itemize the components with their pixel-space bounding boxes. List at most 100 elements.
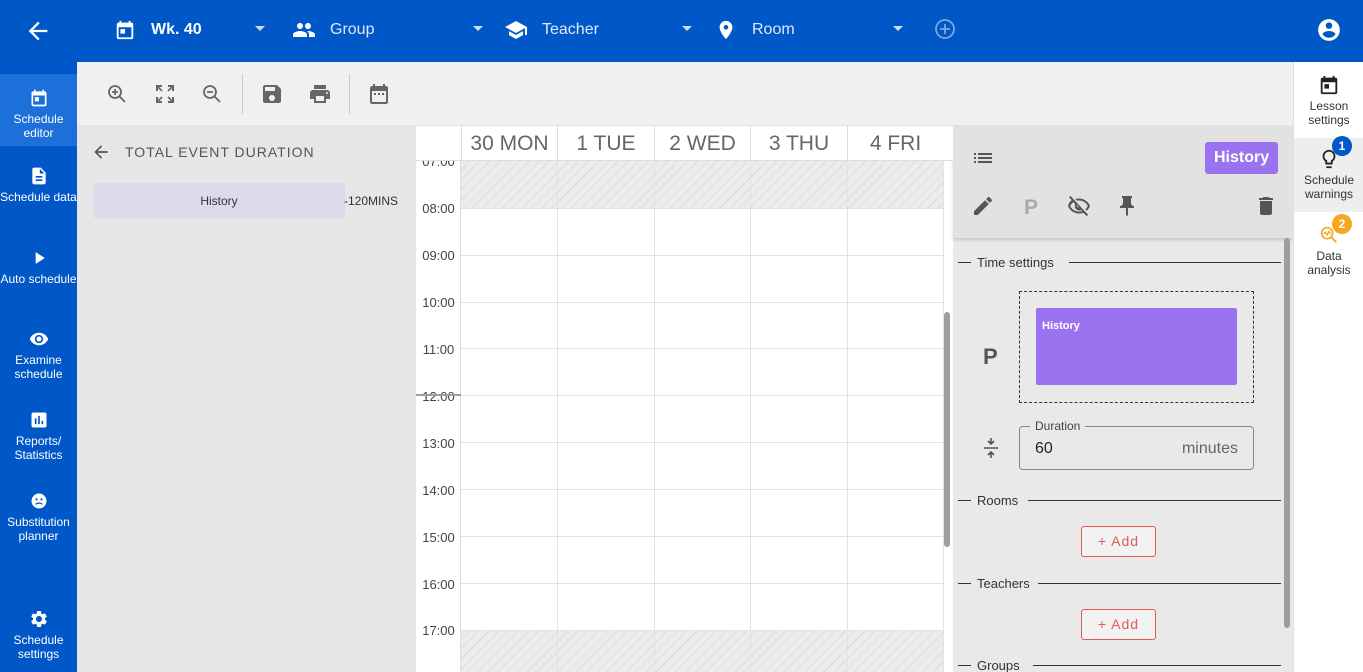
chevron-down-icon (255, 26, 265, 31)
time-label: 11:00 (422, 342, 455, 357)
section-label: Teachers (977, 576, 1038, 591)
calendar-header: 30 MON 1 TUE 2 WED 3 THU 4 FRI (416, 126, 953, 161)
time-label: 10:00 (422, 295, 455, 310)
nav-label: Substitution planner (7, 515, 70, 543)
calendar-scrollbar[interactable] (944, 312, 950, 547)
chevron-down-icon (682, 26, 692, 31)
period-indicator: P (983, 344, 998, 369)
day-header-thu[interactable]: 3 THU (750, 126, 847, 161)
back-arrow-icon[interactable] (24, 17, 52, 45)
list-icon[interactable] (971, 146, 995, 170)
eye-icon (29, 332, 48, 346)
bar-chart-icon (31, 412, 46, 428)
nav-schedule-editor[interactable]: Schedule editor (0, 74, 77, 146)
day-header-wed[interactable]: 2 WED (654, 126, 750, 161)
duration-value: 60 (1035, 440, 1053, 457)
time-label: 14:00 (422, 483, 455, 498)
chevron-down-icon (473, 26, 483, 31)
time-label: 13:00 (422, 436, 455, 451)
sidebar-data-analysis[interactable]: 2 Data analysis (1294, 214, 1363, 284)
pencil-icon[interactable] (971, 194, 995, 218)
duration-label: Duration (1030, 419, 1086, 433)
delete-icon[interactable] (1254, 194, 1278, 218)
section-rooms: Rooms (953, 493, 1283, 508)
section-label: Groups (977, 658, 1028, 672)
details-scrollbar[interactable] (1284, 238, 1290, 628)
parking-p-icon[interactable]: P (1019, 194, 1043, 218)
nav-substitution-planner[interactable]: Substitution planner (0, 491, 77, 551)
right-sidebar: Lesson settings 1 Schedule warnings 2 Da… (1293, 62, 1363, 672)
zoom-in-icon[interactable] (105, 82, 129, 106)
location-pin-icon (714, 18, 738, 42)
sidebar-lesson-settings[interactable]: Lesson settings (1294, 74, 1363, 138)
nav-label: Schedule settings (13, 633, 64, 661)
panel-title: TOTAL EVENT DURATION (125, 144, 315, 160)
add-circle-icon[interactable] (933, 17, 957, 41)
nav-auto-schedule[interactable]: Auto schedule (0, 248, 77, 308)
time-label: 16:00 (422, 577, 455, 592)
section-time-settings: Time settings (953, 255, 1283, 270)
add-teacher-button[interactable]: + Add (1081, 609, 1156, 640)
event-duration-panel: TOTAL EVENT DURATION History -120MINS (77, 126, 416, 672)
subject-badge: History (1205, 142, 1279, 174)
calendar-edit-icon (31, 89, 46, 107)
document-icon (31, 167, 46, 185)
nav-label: Examine schedule (14, 353, 63, 381)
zoom-out-icon[interactable] (200, 82, 224, 106)
time-slot-dropzone[interactable]: History (1019, 291, 1254, 403)
nav-reports-statistics[interactable]: Reports/ Statistics (0, 410, 77, 470)
time-label: 15:00 (422, 530, 455, 545)
nav-schedule-settings[interactable]: Schedule settings (0, 609, 77, 669)
save-icon[interactable] (260, 82, 284, 106)
day-header-fri[interactable]: 4 FRI (847, 126, 943, 161)
nav-label: Schedule editor (13, 112, 64, 140)
sidebar-label: Schedule warnings (1303, 173, 1355, 201)
week-calendar: 07:00 08:00 09:00 10:00 11:00 12:00 13:0… (416, 126, 953, 672)
room-selector[interactable]: Room (714, 14, 910, 46)
section-label: Time settings (977, 255, 1062, 270)
account-icon[interactable] (1316, 17, 1342, 43)
unavailable-time-block (461, 161, 943, 208)
calendar-icon[interactable] (367, 82, 391, 106)
section-label: Rooms (977, 493, 1027, 508)
nav-examine-schedule[interactable]: Examine schedule (0, 329, 77, 389)
nav-label: Auto schedule (0, 272, 77, 286)
toolbar-divider (242, 74, 243, 114)
time-label: 17:00 (422, 623, 455, 638)
duration-field[interactable]: Duration 60 minutes (1019, 419, 1254, 470)
print-icon[interactable] (308, 82, 332, 106)
time-label: 12:00 (422, 389, 455, 404)
unavailable-time-block (461, 630, 943, 672)
teacher-selector[interactable]: Teacher (504, 14, 700, 46)
lesson-event-block[interactable]: History (1036, 308, 1237, 385)
teacher-label: Teacher (542, 21, 599, 38)
time-label: 09:00 (422, 248, 455, 263)
sidebar-label: Data analysis (1307, 249, 1351, 277)
toolbar-divider (349, 74, 350, 114)
day-header-mon[interactable]: 30 MON (461, 126, 557, 161)
sidebar-schedule-warnings[interactable]: 1 Schedule warnings (1294, 136, 1363, 212)
nav-schedule-data[interactable]: Schedule data (0, 166, 77, 226)
group-label: Group (330, 21, 375, 38)
pin-icon[interactable] (1115, 194, 1139, 218)
analysis-badge: 2 (1332, 214, 1352, 234)
fullscreen-icon[interactable] (153, 82, 177, 106)
back-arrow-icon[interactable] (91, 142, 111, 162)
time-label: 08:00 (422, 201, 455, 216)
add-room-button[interactable]: + Add (1081, 526, 1156, 557)
unscheduled-event-card[interactable]: History (93, 183, 345, 218)
duration-unit: minutes (1181, 440, 1238, 457)
play-icon (35, 252, 45, 264)
calendar-icon (113, 18, 137, 42)
week-selector[interactable]: Wk. 40 (113, 14, 273, 46)
group-selector[interactable]: Group (292, 14, 492, 46)
visibility-off-icon[interactable] (1067, 194, 1091, 218)
lesson-details-panel: History P Time settings P History Durati… (953, 126, 1293, 672)
event-remaining-duration: -120MINS (344, 194, 399, 208)
nav-label: Schedule data (0, 190, 77, 204)
chevron-down-icon (893, 26, 903, 31)
lesson-details-header: History P (953, 126, 1293, 238)
day-header-tue[interactable]: 1 TUE (557, 126, 654, 161)
week-label: Wk. 40 (151, 21, 202, 38)
nav-label: Reports/ Statistics (14, 434, 63, 462)
